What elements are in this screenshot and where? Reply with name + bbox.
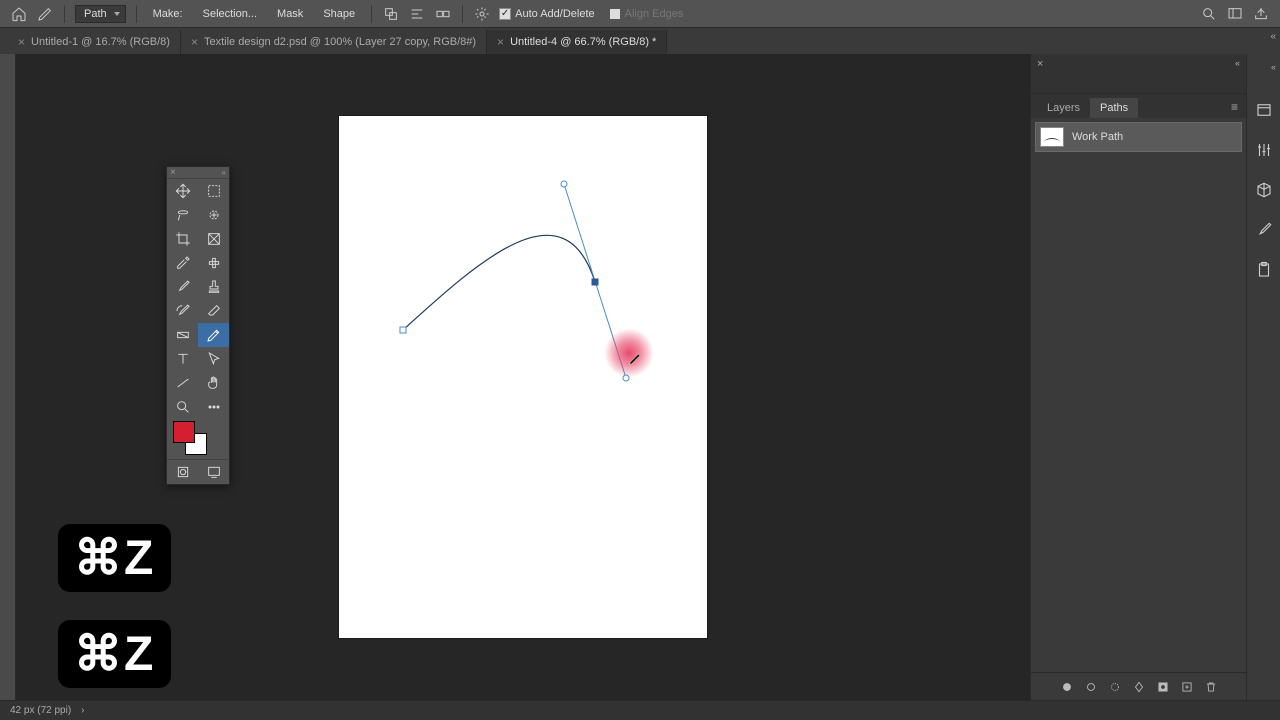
- move-tool[interactable]: [167, 179, 198, 203]
- tab-paths[interactable]: Paths: [1090, 98, 1138, 118]
- libraries-icon[interactable]: [1254, 100, 1274, 120]
- path-item[interactable]: Work Path: [1035, 122, 1242, 152]
- adjustments-icon[interactable]: [1254, 140, 1274, 160]
- canvas-area: ×«: [0, 54, 1030, 700]
- screen-mode-tool[interactable]: [198, 460, 229, 484]
- close-icon[interactable]: ×: [191, 35, 198, 49]
- quick-mask-tool[interactable]: [167, 460, 198, 484]
- lasso-tool[interactable]: [167, 203, 198, 227]
- status-chevron-icon[interactable]: ›: [81, 705, 84, 716]
- panel-footer: [1031, 672, 1246, 700]
- path-label: Work Path: [1072, 131, 1123, 143]
- collapse-icon[interactable]: «: [1270, 31, 1276, 42]
- workspace-icon[interactable]: [1226, 5, 1244, 23]
- share-icon[interactable]: [1252, 5, 1270, 23]
- make-selection-button[interactable]: Selection...: [197, 6, 263, 22]
- make-shape-button[interactable]: Shape: [317, 6, 361, 22]
- collapsed-panels: «: [1246, 54, 1280, 700]
- document-tab[interactable]: ×Untitled-4 @ 66.7% (RGB/8) *: [487, 30, 667, 54]
- panel-menu-icon[interactable]: ≡: [1223, 96, 1246, 118]
- heal-tool[interactable]: [198, 251, 229, 275]
- document-tab[interactable]: ×Untitled-1 @ 16.7% (RGB/8): [8, 30, 181, 54]
- keystroke-overlay: ⌘Z: [58, 620, 171, 688]
- zoom-tool[interactable]: [167, 395, 198, 419]
- options-bar: Path Make: Selection... Mask Shape Auto …: [0, 0, 1280, 28]
- close-icon[interactable]: ×: [1037, 58, 1043, 70]
- swatches-icon[interactable]: [1254, 220, 1274, 240]
- pen-tool-icon[interactable]: [36, 5, 54, 23]
- selection-from-path-icon[interactable]: [1108, 680, 1122, 694]
- path-op-icon[interactable]: [382, 5, 400, 23]
- make-label: Make:: [147, 6, 189, 22]
- path-thumbnail: [1040, 127, 1064, 147]
- tab-layers[interactable]: Layers: [1037, 98, 1090, 118]
- hand-tool[interactable]: [198, 371, 229, 395]
- stamp-tool[interactable]: [198, 275, 229, 299]
- align-icon[interactable]: [408, 5, 426, 23]
- close-icon[interactable]: ×: [18, 35, 25, 49]
- fill-path-icon[interactable]: [1060, 680, 1074, 694]
- canvas[interactable]: [339, 116, 707, 638]
- pen-tool[interactable]: [198, 323, 229, 347]
- frame-tool[interactable]: [198, 227, 229, 251]
- gradient-tool[interactable]: [167, 323, 198, 347]
- collapse-icon[interactable]: «: [1271, 62, 1276, 72]
- path-select-tool[interactable]: [198, 347, 229, 371]
- panels: × « Layers Paths ≡ Work Path: [1030, 54, 1246, 700]
- trash-icon[interactable]: [1204, 680, 1218, 694]
- crop-tool[interactable]: [167, 227, 198, 251]
- mode-dropdown[interactable]: Path: [75, 5, 126, 23]
- brush-tool[interactable]: [167, 275, 198, 299]
- ruler: [0, 54, 16, 700]
- align-edges-checkbox: Align Edges: [603, 6, 690, 22]
- home-icon[interactable]: [10, 5, 28, 23]
- make-mask-button[interactable]: Mask: [271, 6, 309, 22]
- document-tab[interactable]: ×Textile design d2.psd @ 100% (Layer 27 …: [181, 30, 487, 54]
- shape-tool[interactable]: [167, 371, 198, 395]
- 3d-icon[interactable]: [1254, 180, 1274, 200]
- clipboard-icon[interactable]: [1254, 260, 1274, 280]
- gear-icon[interactable]: [473, 5, 491, 23]
- marquee-tool[interactable]: [198, 179, 229, 203]
- more-tools[interactable]: [198, 395, 229, 419]
- collapse-icon[interactable]: «: [222, 168, 226, 177]
- eyedropper-tool[interactable]: [167, 251, 198, 275]
- status-info: 42 px (72 ppi): [10, 705, 71, 716]
- document-tabs: ×Untitled-1 @ 16.7% (RGB/8) ×Textile des…: [0, 28, 1280, 54]
- status-bar: 42 px (72 ppi) ›: [0, 700, 1280, 720]
- path-from-selection-icon[interactable]: [1132, 680, 1146, 694]
- close-icon[interactable]: ×: [170, 167, 176, 178]
- keystroke-overlay: ⌘Z: [58, 524, 171, 592]
- toolbox: ×«: [166, 166, 230, 485]
- collapse-icon[interactable]: «: [1235, 58, 1240, 68]
- history-brush-tool[interactable]: [167, 299, 198, 323]
- new-path-icon[interactable]: [1180, 680, 1194, 694]
- mask-icon[interactable]: [1156, 680, 1170, 694]
- search-icon[interactable]: [1200, 5, 1218, 23]
- auto-add-delete-checkbox[interactable]: Auto Add/Delete: [499, 8, 595, 20]
- quick-select-tool[interactable]: [198, 203, 229, 227]
- eraser-tool[interactable]: [198, 299, 229, 323]
- type-tool[interactable]: [167, 347, 198, 371]
- stroke-path-icon[interactable]: [1084, 680, 1098, 694]
- close-icon[interactable]: ×: [497, 35, 504, 49]
- foreground-color[interactable]: [173, 421, 195, 443]
- arrange-icon[interactable]: [434, 5, 452, 23]
